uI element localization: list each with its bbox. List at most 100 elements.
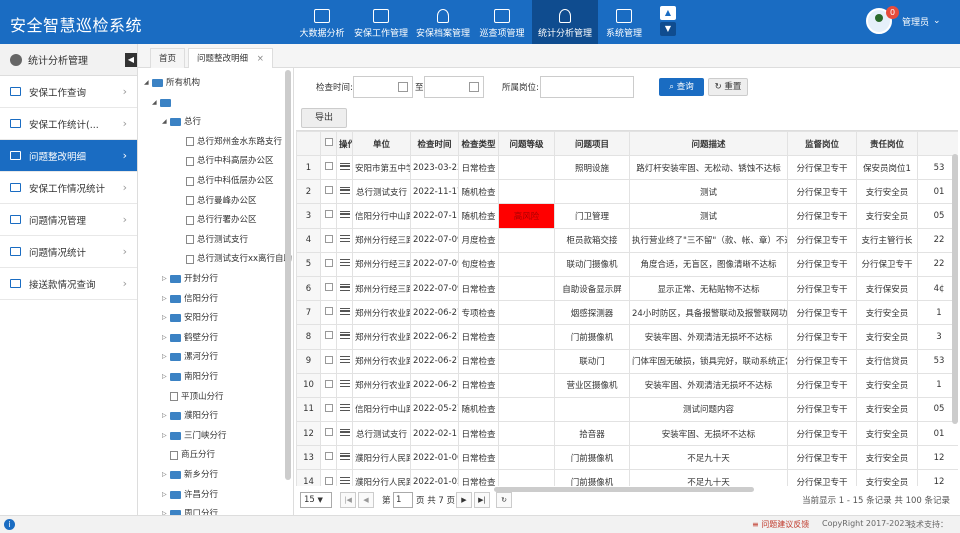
- sidebar-item-work-situation[interactable]: 安保工作情况统计 ›: [0, 172, 137, 204]
- row-checkbox[interactable]: [324, 331, 333, 340]
- first-page-button[interactable]: |◀: [340, 492, 356, 508]
- table-row[interactable]: 7 郑州分行农业路 2022-06-27 专项检查 烟感探测器 24小时防区，具备报警联动…: [296, 300, 958, 326]
- table-row[interactable]: 14 濮阳分行人民路 2022-01-05 日常检查 门前摄像机 不足九十天 分行保卫专干支…: [296, 469, 958, 486]
- row-checkbox[interactable]: [324, 355, 333, 364]
- nav-system[interactable]: 系统管理: [598, 0, 650, 44]
- page-input[interactable]: 1: [393, 492, 413, 508]
- caret-down-icon[interactable]: ◢: [144, 74, 152, 92]
- sidebar-item-security-query[interactable]: 安保工作查询 ›: [0, 76, 137, 108]
- post-input[interactable]: [540, 76, 634, 98]
- menu-icon[interactable]: [339, 331, 350, 339]
- chevron-down-icon[interactable]: ▼: [660, 22, 676, 36]
- menu-icon[interactable]: [339, 162, 350, 170]
- tree-node[interactable]: 总行测试支行: [178, 231, 248, 249]
- row-checkbox[interactable]: [324, 162, 333, 171]
- tree-node[interactable]: 总行郑州金水东路支行: [178, 133, 282, 151]
- table-row[interactable]: 9 郑州分行农业路 2022-06-27 日常检查 联动门 门体牢固无破损，锁具完好，联动…: [296, 348, 958, 374]
- select-all-checkbox[interactable]: [324, 138, 333, 146]
- tree-node[interactable]: ▷ 信阳分行: [162, 290, 218, 308]
- nav-security-work[interactable]: 安保工作管理: [348, 0, 414, 44]
- info-icon[interactable]: i: [4, 519, 15, 530]
- nav-inspection-items[interactable]: 巡查项管理: [472, 0, 532, 44]
- row-checkbox[interactable]: [324, 307, 333, 316]
- tree-node[interactable]: ▷ 新乡分行: [162, 466, 218, 484]
- end-date-input[interactable]: [424, 76, 484, 98]
- menu-icon[interactable]: [339, 307, 350, 315]
- prev-page-button[interactable]: ◀: [358, 492, 374, 508]
- tree-node[interactable]: ▷ 濮阳分行: [162, 407, 218, 425]
- tree-node[interactable]: ◢ 所有机构: [144, 74, 200, 92]
- menu-icon[interactable]: [339, 235, 350, 243]
- menu-icon[interactable]: [339, 356, 350, 364]
- sidebar-item-security-stats[interactable]: 安保工作统计(... ›: [0, 108, 137, 140]
- row-checkbox[interactable]: [324, 283, 333, 292]
- tree-node[interactable]: 总行曼峰办公区: [178, 192, 257, 210]
- menu-icon[interactable]: [339, 186, 350, 194]
- caret-right-icon[interactable]: ▷: [162, 505, 170, 515]
- caret-down-icon[interactable]: ◢: [162, 113, 170, 131]
- feedback-link[interactable]: ≡ 问题建议反馈: [752, 519, 809, 530]
- nav-statistics[interactable]: 统计分析管理: [532, 0, 598, 44]
- row-checkbox[interactable]: [324, 452, 333, 461]
- page-size-select[interactable]: 15 ▼: [300, 492, 332, 508]
- row-checkbox[interactable]: [324, 210, 333, 219]
- caret-right-icon[interactable]: ▷: [162, 290, 170, 308]
- reset-button[interactable]: ↻ 重置: [708, 78, 748, 96]
- table-row[interactable]: 8 郑州分行农业路 2022-06-27 日常检查 门前摄像机 安装牢固、外观清洁无损坏不…: [296, 324, 958, 350]
- menu-icon[interactable]: [339, 452, 350, 460]
- row-checkbox[interactable]: [324, 476, 333, 485]
- menu-icon[interactable]: [339, 380, 350, 388]
- tree-node[interactable]: 总行中科高层办公区: [178, 152, 274, 170]
- sidebar-item-issue-details[interactable]: 问题整改明细 ›: [0, 140, 137, 172]
- tree-node[interactable]: ▷ 三门峡分行: [162, 427, 227, 445]
- collapse-icon[interactable]: ◀: [125, 53, 137, 67]
- table-row[interactable]: 3 信阳分行中山路 2022-07-11 随机检查 高风险 门卫管理 测试 分行保卫专干 支行安…: [296, 203, 958, 229]
- start-date-input[interactable]: [353, 76, 413, 98]
- table-vscroll[interactable]: [952, 154, 958, 424]
- tree-node[interactable]: ▷ 漯河分行: [162, 348, 218, 366]
- menu-icon[interactable]: [339, 404, 350, 412]
- tree-node[interactable]: 平顶山分行: [162, 388, 224, 406]
- row-checkbox[interactable]: [324, 403, 333, 412]
- sidebar-item-cash-transfer[interactable]: 接送款情况查询 ›: [0, 268, 137, 300]
- tree-node[interactable]: ◢ 总行: [162, 113, 201, 131]
- row-checkbox[interactable]: [324, 379, 333, 388]
- tab-home[interactable]: 首页: [150, 48, 186, 68]
- menu-icon[interactable]: [339, 428, 350, 436]
- tree-node[interactable]: ▷ 鹤壁分行: [162, 329, 218, 347]
- chevron-up-icon[interactable]: ▲: [660, 6, 676, 20]
- tree-node[interactable]: ▷ 许昌分行: [162, 486, 218, 504]
- caret-right-icon[interactable]: ▷: [162, 486, 170, 504]
- caret-right-icon[interactable]: ▷: [162, 368, 170, 386]
- user-menu[interactable]: 0 管理员 ⌄: [866, 6, 941, 34]
- row-checkbox[interactable]: [324, 186, 333, 195]
- sidebar-item-issue-manage[interactable]: 问题情况管理 ›: [0, 204, 137, 236]
- caret-right-icon[interactable]: ▷: [162, 407, 170, 425]
- tree-node[interactable]: 总行中科低层办公区: [178, 172, 274, 190]
- tree-node[interactable]: 总行测试支行xx离行自助: [178, 250, 292, 268]
- caret-right-icon[interactable]: ▷: [162, 329, 170, 347]
- row-checkbox[interactable]: [324, 234, 333, 243]
- tree-node[interactable]: ◢: [152, 94, 174, 112]
- menu-icon[interactable]: [339, 210, 350, 218]
- caret-right-icon[interactable]: ▷: [162, 309, 170, 327]
- caret-right-icon[interactable]: ▷: [162, 270, 170, 288]
- last-page-button[interactable]: ▶|: [474, 492, 490, 508]
- sidebar-item-issue-stats[interactable]: 问题情况统计 ›: [0, 236, 137, 268]
- caret-right-icon[interactable]: ▷: [162, 466, 170, 484]
- tree-node[interactable]: 总行行署办公区: [178, 211, 257, 229]
- next-page-button[interactable]: ▶: [456, 492, 472, 508]
- menu-icon[interactable]: [339, 283, 350, 291]
- row-checkbox[interactable]: [324, 258, 333, 267]
- caret-right-icon[interactable]: ▷: [162, 348, 170, 366]
- query-button[interactable]: ⌕ 查询: [659, 78, 704, 96]
- tab-issue-details[interactable]: 问题整改明细 ×: [188, 48, 273, 68]
- tree-node[interactable]: 商丘分行: [162, 446, 215, 464]
- tree-node[interactable]: ▷ 南阳分行: [162, 368, 218, 386]
- table-row[interactable]: 11 信阳分行中山路 2022-05-27 随机检查 测试问题内容 分行保卫专干 支行安全员…: [296, 396, 958, 423]
- table-row[interactable]: 6 郑州分行经三路 2022-07-09 日常检查 自助设备显示屏 显示正常、无粘贴物不达…: [296, 275, 958, 302]
- table-row[interactable]: 10 郑州分行农业路 2022-06-27 日常检查 营业区摄像机 安装牢固、外观清洁无损…: [296, 372, 958, 398]
- menu-icon[interactable]: [339, 477, 350, 485]
- refresh-icon[interactable]: ↻: [496, 492, 512, 508]
- caret-down-icon[interactable]: ◢: [152, 94, 160, 112]
